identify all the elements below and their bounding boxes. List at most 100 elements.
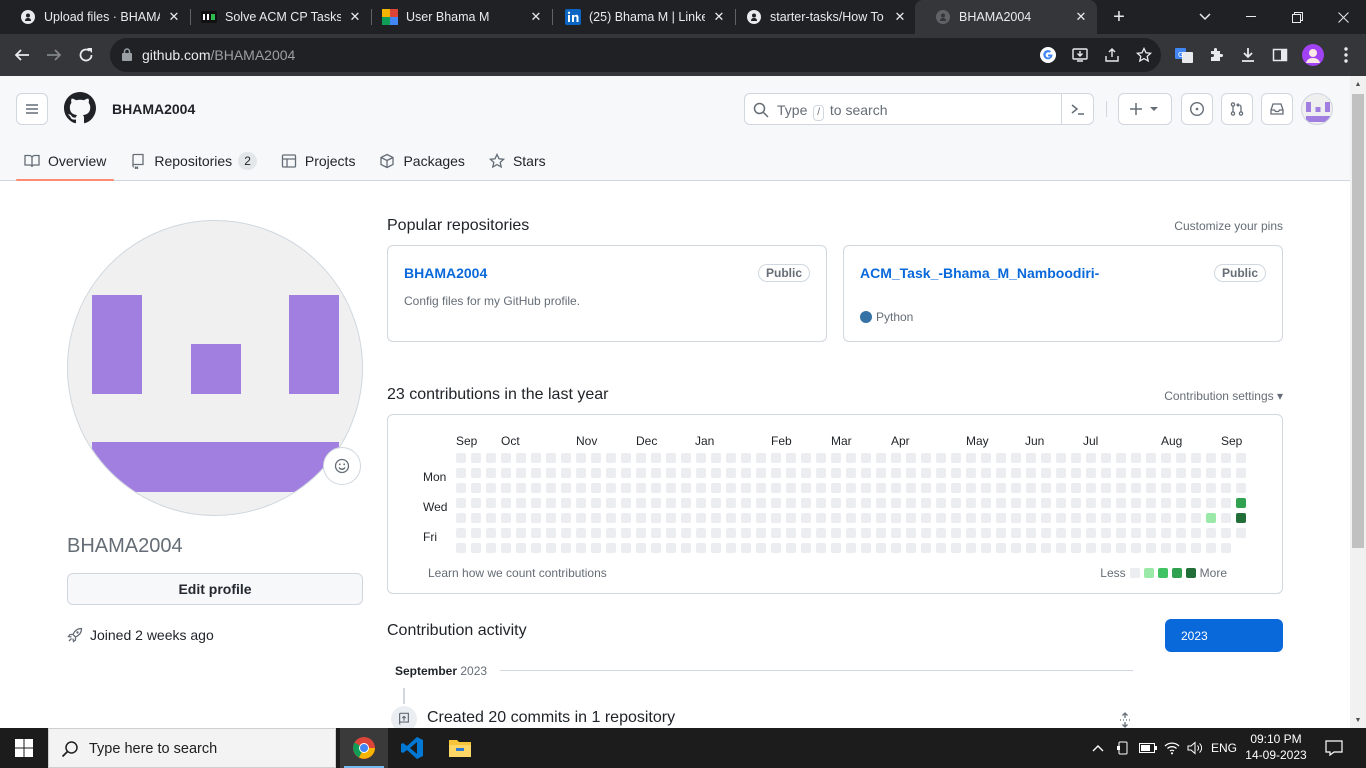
contribution-day-cell[interactable] xyxy=(471,453,481,463)
customize-pins-link[interactable]: Customize your pins xyxy=(1120,219,1283,233)
contribution-day-cell[interactable] xyxy=(636,513,646,523)
contribution-day-cell[interactable] xyxy=(561,498,571,508)
contribution-day-cell[interactable] xyxy=(1086,528,1096,538)
contribution-day-cell[interactable] xyxy=(1071,528,1081,538)
contribution-day-cell[interactable] xyxy=(1011,483,1021,493)
contribution-day-cell[interactable] xyxy=(1191,513,1201,523)
contribution-day-cell[interactable] xyxy=(1101,513,1111,523)
tab-projects[interactable]: Projects xyxy=(273,142,364,180)
contribution-day-cell[interactable] xyxy=(501,513,511,523)
contribution-day-cell[interactable] xyxy=(486,528,496,538)
contribution-day-cell[interactable] xyxy=(471,468,481,478)
contribution-day-cell[interactable] xyxy=(1191,528,1201,538)
forward-arrow-icon[interactable] xyxy=(38,39,70,71)
contribution-day-cell[interactable] xyxy=(1071,453,1081,463)
contribution-day-cell[interactable] xyxy=(486,453,496,463)
contribution-day-cell[interactable] xyxy=(756,453,766,463)
close-icon[interactable]: ✕ xyxy=(528,9,544,25)
contribution-day-cell[interactable] xyxy=(756,543,766,553)
download-icon[interactable] xyxy=(1232,39,1264,71)
contribution-day-cell[interactable] xyxy=(1101,483,1111,493)
contribution-day-cell[interactable] xyxy=(1071,543,1081,553)
contribution-day-cell[interactable] xyxy=(906,468,916,478)
volume-icon[interactable] xyxy=(1184,728,1206,768)
contribution-day-cell[interactable] xyxy=(681,543,691,553)
contribution-day-cell[interactable] xyxy=(576,528,586,538)
contribution-day-cell[interactable] xyxy=(786,498,796,508)
contribution-day-cell[interactable] xyxy=(966,513,976,523)
contribution-day-cell[interactable] xyxy=(681,513,691,523)
contribution-day-cell[interactable] xyxy=(1236,513,1246,523)
contribution-day-cell[interactable] xyxy=(651,543,661,553)
tab-linkedin[interactable]: (25) Bhama M | LinkedIn ✕ xyxy=(545,0,735,34)
contribution-day-cell[interactable] xyxy=(711,498,721,508)
contribution-day-cell[interactable] xyxy=(471,543,481,553)
contribution-day-cell[interactable] xyxy=(846,498,856,508)
contribution-day-cell[interactable] xyxy=(486,468,496,478)
page-scrollbar[interactable]: ▲ ▼ xyxy=(1350,76,1366,728)
contribution-day-cell[interactable] xyxy=(531,483,541,493)
contribution-day-cell[interactable] xyxy=(1176,513,1186,523)
contribution-day-cell[interactable] xyxy=(1191,453,1201,463)
contribution-day-cell[interactable] xyxy=(786,528,796,538)
contribution-day-cell[interactable] xyxy=(1026,498,1036,508)
edit-profile-button[interactable]: Edit profile xyxy=(67,573,363,605)
contribution-day-cell[interactable] xyxy=(1146,483,1156,493)
contribution-day-cell[interactable] xyxy=(786,483,796,493)
contribution-day-cell[interactable] xyxy=(831,498,841,508)
contribution-day-cell[interactable] xyxy=(741,513,751,523)
contribution-day-cell[interactable] xyxy=(1116,468,1126,478)
contribution-day-cell[interactable] xyxy=(756,498,766,508)
contribution-day-cell[interactable] xyxy=(1026,513,1036,523)
create-new-button[interactable] xyxy=(1118,93,1172,125)
contribution-day-cell[interactable] xyxy=(861,483,871,493)
contribution-day-cell[interactable] xyxy=(516,453,526,463)
contribution-day-cell[interactable] xyxy=(786,468,796,478)
contribution-day-cell[interactable] xyxy=(1206,543,1216,553)
contribution-day-cell[interactable] xyxy=(666,528,676,538)
contribution-day-cell[interactable] xyxy=(936,528,946,538)
contribution-day-cell[interactable] xyxy=(546,468,556,478)
contribution-day-cell[interactable] xyxy=(666,543,676,553)
contribution-day-cell[interactable] xyxy=(1056,543,1066,553)
contribution-day-cell[interactable] xyxy=(501,453,511,463)
close-icon[interactable]: ✕ xyxy=(347,9,363,25)
contribution-day-cell[interactable] xyxy=(981,543,991,553)
contribution-day-cell[interactable] xyxy=(921,498,931,508)
scroll-up-arrow-icon[interactable]: ▲ xyxy=(1350,76,1366,92)
contribution-day-cell[interactable] xyxy=(1176,483,1186,493)
contribution-day-cell[interactable] xyxy=(1086,453,1096,463)
activity-item-text[interactable]: Created 20 commits in 1 repository xyxy=(427,709,675,727)
scroll-thumb[interactable] xyxy=(1352,94,1364,548)
contribution-day-cell[interactable] xyxy=(606,453,616,463)
contribution-day-cell[interactable] xyxy=(801,468,811,478)
contribution-day-cell[interactable] xyxy=(1221,528,1231,538)
contribution-day-cell[interactable] xyxy=(531,513,541,523)
contribution-day-cell[interactable] xyxy=(1056,453,1066,463)
show-hidden-icons-icon[interactable] xyxy=(1088,728,1108,768)
contribution-day-cell[interactable] xyxy=(561,483,571,493)
contribution-day-cell[interactable] xyxy=(921,513,931,523)
contribution-day-cell[interactable] xyxy=(906,498,916,508)
contribution-day-cell[interactable] xyxy=(561,513,571,523)
extensions-icon[interactable] xyxy=(1200,39,1232,71)
notifications-icon[interactable] xyxy=(1318,728,1350,768)
contribution-day-cell[interactable] xyxy=(966,468,976,478)
contribution-day-cell[interactable] xyxy=(1146,543,1156,553)
contribution-day-cell[interactable] xyxy=(561,468,571,478)
contribution-day-cell[interactable] xyxy=(591,498,601,508)
contribution-day-cell[interactable] xyxy=(1221,498,1231,508)
contribution-day-cell[interactable] xyxy=(951,498,961,508)
minimize-icon[interactable] xyxy=(1228,0,1274,34)
contribution-day-cell[interactable] xyxy=(816,528,826,538)
contribution-day-cell[interactable] xyxy=(1176,498,1186,508)
contribution-day-cell[interactable] xyxy=(1161,528,1171,538)
contribution-day-cell[interactable] xyxy=(621,543,631,553)
install-app-icon[interactable] xyxy=(1068,43,1092,67)
contribution-day-cell[interactable] xyxy=(591,528,601,538)
contribution-day-cell[interactable] xyxy=(1086,543,1096,553)
new-tab-button[interactable]: + xyxy=(1097,0,1141,34)
contribution-day-cell[interactable] xyxy=(666,453,676,463)
contribution-day-cell[interactable] xyxy=(621,498,631,508)
contribution-day-cell[interactable] xyxy=(1161,468,1171,478)
